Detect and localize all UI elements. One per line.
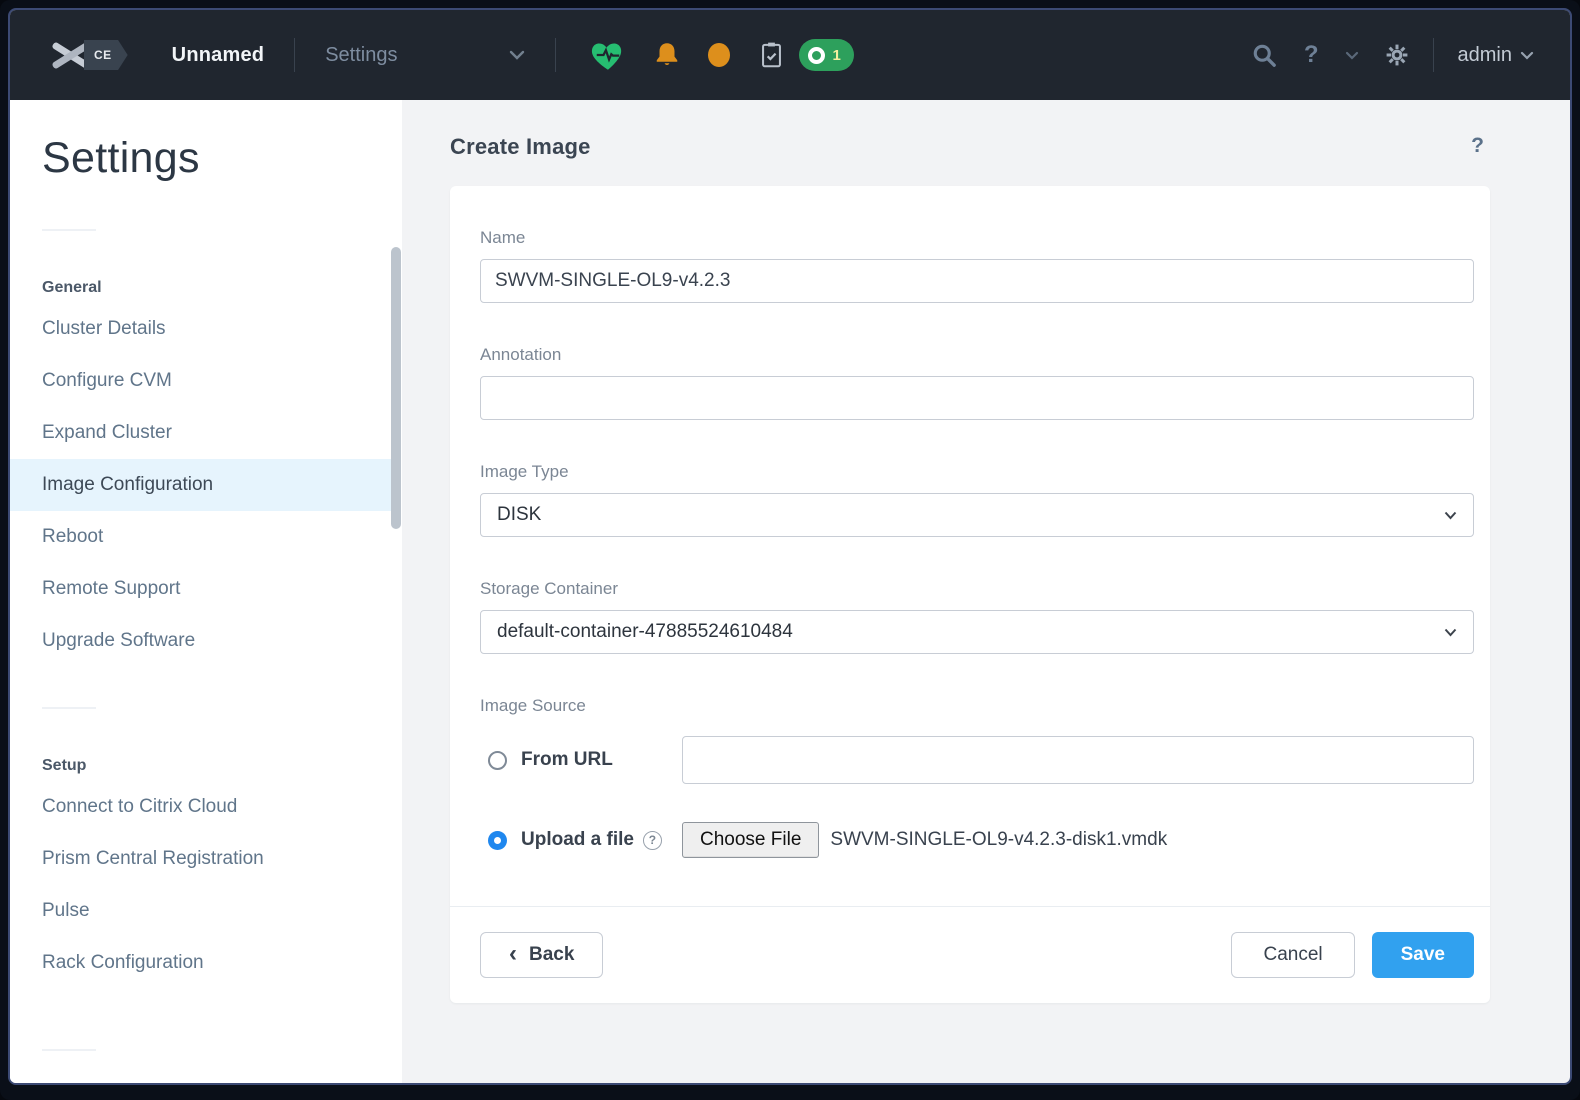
create-image-form: Name Annotation Image Type DISK [450,186,1490,906]
top-navbar: CE Unnamed Settings [10,10,1570,100]
sidebar-item-upgrade-software[interactable]: Upgrade Software [10,615,402,667]
chevron-down-icon [1520,51,1534,60]
name-label: Name [480,228,1474,248]
task-count: 1 [832,47,840,64]
chevron-down-icon[interactable] [1345,51,1359,60]
save-button[interactable]: Save [1372,932,1474,978]
sidebar-item-configure-cvm[interactable]: Configure CVM [10,355,402,407]
sidebar-divider [42,229,96,231]
search-icon[interactable] [1251,42,1278,69]
health-heart-icon[interactable] [590,38,626,72]
name-field-group: Name [480,228,1474,303]
back-button[interactable]: ‹ Back [480,932,603,978]
upload-help-icon[interactable]: ? [643,831,662,850]
sidebar-divider [42,707,96,709]
chevron-down-icon [1444,628,1457,637]
tasks-clipboard-icon[interactable] [758,40,785,70]
gear-icon[interactable] [1385,43,1409,67]
sidebar-item-rack-configuration[interactable]: Rack Configuration [10,937,402,989]
status-icons [590,38,730,72]
navbar-separator [555,38,556,72]
from-url-label: From URL [521,749,613,771]
storage-container-field-group: Storage Container default-container-4788… [480,579,1474,654]
annotation-input[interactable] [480,376,1474,420]
user-menu[interactable]: admin [1458,44,1534,67]
sidebar-section-setup: Setup [10,751,402,781]
footer-actions: Cancel Save [1231,932,1474,978]
chevron-down-icon [509,50,525,60]
image-source-label: Image Source [480,696,1474,716]
help-icon[interactable]: ? [1304,41,1319,69]
storage-container-select[interactable]: default-container-47885524610484 [480,610,1474,654]
form-footer: ‹ Back Cancel Save [450,907,1490,1003]
storage-container-value: default-container-47885524610484 [497,621,793,643]
sidebar-item-remote-support[interactable]: Remote Support [10,563,402,615]
ce-badge: CE [84,40,128,70]
selected-file-name: SWVM-SINGLE-OL9-v4.2.3-disk1.vmdk [830,829,1167,851]
navbar-right: ? [1251,38,1534,72]
cluster-name: Unnamed [172,44,265,67]
image-type-select[interactable]: DISK [480,493,1474,537]
sidebar-item-connect-citrix-cloud[interactable]: Connect to Citrix Cloud [10,781,402,833]
from-url-radio[interactable] [488,751,507,770]
sidebar-divider [42,1049,96,1051]
sidebar-scrollbar[interactable] [391,247,401,529]
back-button-label: Back [529,944,574,966]
upload-file-row: Upload a file ? Choose File SWVM-SINGLE-… [480,822,1474,858]
name-input[interactable] [480,259,1474,303]
alerts-bell-icon[interactable] [652,39,682,71]
upload-file-label: Upload a file [521,829,634,851]
app-body: Settings General Cluster Details Configu… [10,100,1570,1083]
sidebar-item-label: Image Configuration [42,474,213,496]
app-window: CE Unnamed Settings [8,8,1572,1085]
chevron-down-icon [1444,511,1457,520]
main-content: Create Image ? Name Annotation [402,100,1570,1083]
upload-file-radio[interactable] [488,831,507,850]
navbar-separator [294,38,295,72]
running-tasks-badge[interactable]: 1 [799,39,853,71]
sidebar-section-general: General [10,273,402,303]
cancel-button[interactable]: Cancel [1231,932,1354,978]
alert-indicator-dot[interactable] [708,43,730,67]
from-url-option[interactable]: From URL [480,749,682,771]
tasks-group: 1 [758,39,853,71]
sidebar-item-cluster-details[interactable]: Cluster Details [10,303,402,355]
username: admin [1458,44,1512,67]
page-title: Create Image [450,134,591,160]
annotation-label: Annotation [480,345,1474,365]
task-ring-icon [808,47,825,64]
from-url-row: From URL [480,736,1474,784]
navbar-left: CE Unnamed Settings [48,36,854,74]
page-help-icon[interactable]: ? [1471,134,1490,158]
storage-container-label: Storage Container [480,579,1474,599]
sidebar-title: Settings [10,134,402,183]
sidebar-item-image-configuration[interactable]: Image Configuration [10,459,399,511]
screenshot-frame: CE Unnamed Settings [0,0,1580,1100]
sidebar-item-prism-central-registration[interactable]: Prism Central Registration [10,833,402,885]
nutanix-ce-logo[interactable]: CE [48,36,128,74]
image-type-label: Image Type [480,462,1474,482]
navbar-separator [1433,38,1434,72]
upload-file-option[interactable]: Upload a file ? [480,829,682,851]
sidebar-item-reboot[interactable]: Reboot [10,511,402,563]
sidebar-item-expand-cluster[interactable]: Expand Cluster [10,407,402,459]
image-type-field-group: Image Type DISK [480,462,1474,537]
choose-file-button[interactable]: Choose File [682,822,819,858]
from-url-input[interactable] [682,736,1474,784]
main-header: Create Image ? [450,134,1490,160]
sidebar-item-pulse[interactable]: Pulse [10,885,402,937]
settings-sidebar: Settings General Cluster Details Configu… [10,100,402,1083]
image-type-value: DISK [497,504,541,526]
create-image-card: Name Annotation Image Type DISK [450,186,1490,1003]
settings-menu-label: Settings [325,44,397,67]
back-chevron-icon: ‹ [509,942,517,966]
settings-menu-dropdown[interactable]: Settings [325,44,525,67]
annotation-field-group: Annotation [480,345,1474,420]
